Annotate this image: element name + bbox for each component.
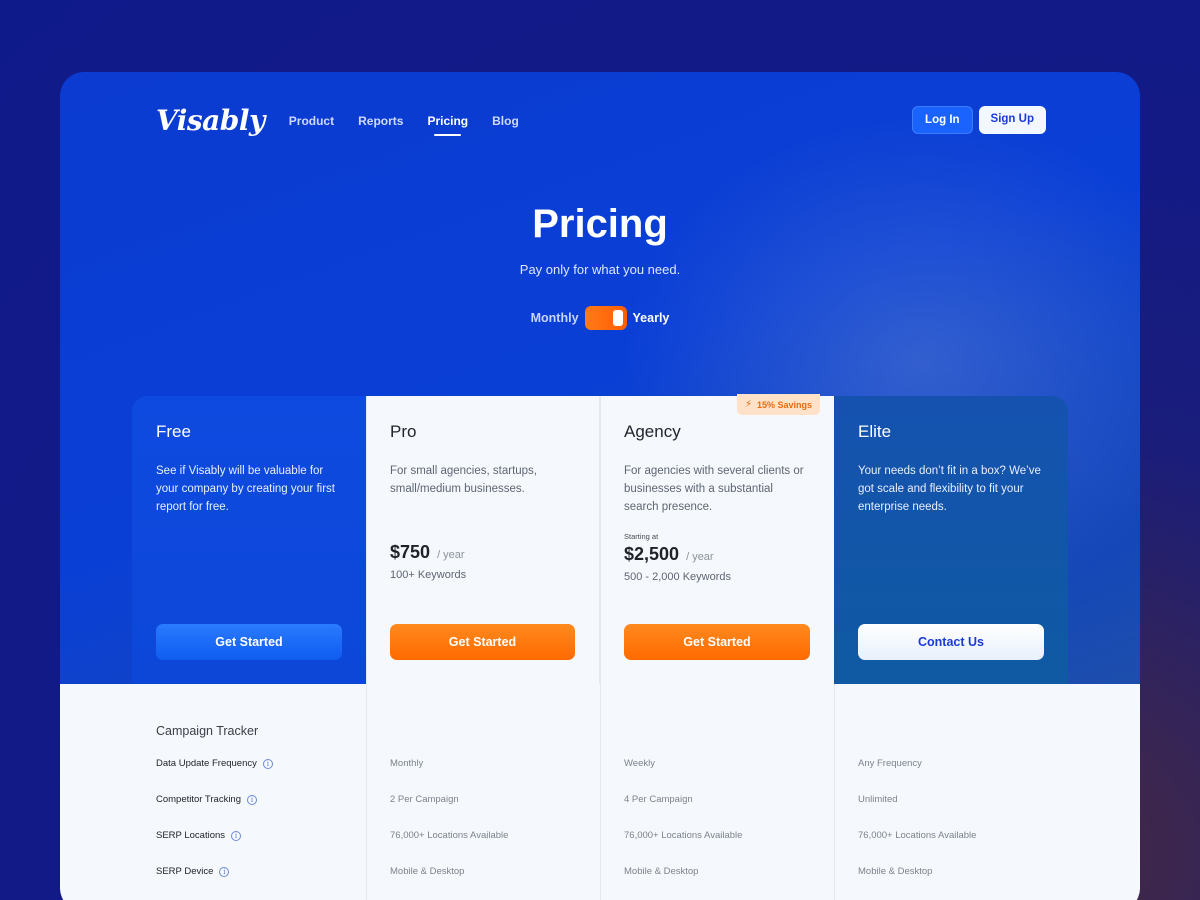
free-get-started-button[interactable]: Get Started (156, 624, 342, 660)
agency-value: Weekly (624, 758, 655, 769)
savings-badge: ⚡ 15% Savings (736, 394, 820, 415)
pro-get-started-button[interactable]: Get Started (390, 624, 575, 660)
pro-value: Mobile & Desktop (390, 866, 465, 877)
plan-card-pro: Pro For small agencies, startups, small/… (366, 396, 600, 684)
billing-yearly-label[interactable]: Yearly (633, 311, 670, 325)
table-row: SERP Device i Mobile & Desktop Mobile & D… (60, 866, 1140, 886)
elite-value: Mobile & Desktop (858, 866, 933, 877)
top-navigation: Visably Product Reports Pricing Blog Log… (156, 100, 1046, 140)
plan-description: Your needs don’t fit in a box? We’ve got… (858, 465, 1041, 513)
info-icon[interactable]: i (262, 758, 273, 769)
agency-value: 76,000+ Locations Available (624, 830, 743, 841)
nav-link-pricing[interactable]: Pricing (427, 114, 468, 136)
plan-name: Elite (858, 422, 892, 441)
plan-keywords: 500 - 2,000 Keywords (624, 571, 732, 583)
plan-description: For small agencies, startups, small/medi… (390, 465, 538, 495)
feature-label: SERP Locations (156, 830, 226, 841)
plan-name: Free (156, 422, 191, 441)
feature-comparison-table: Campaign Tracker Data Update Frequency i … (60, 396, 1140, 900)
info-icon[interactable]: i (219, 866, 230, 877)
feature-group-heading: Campaign Tracker (156, 724, 259, 738)
pro-value: Monthly (390, 758, 424, 769)
price-period: / year (686, 551, 714, 563)
agency-value: Mobile & Desktop (624, 866, 699, 877)
table-row: Competitor Tracking i 2 Per Campaign 4 Pe… (60, 794, 1140, 814)
elite-value: Any Frequency (858, 758, 922, 769)
page-subtitle: Pay only for what you need. (519, 262, 681, 277)
plan-price: $2,500 / year (624, 544, 731, 565)
starting-at-label: Starting at (624, 532, 659, 541)
pro-value: 2 Per Campaign (390, 794, 459, 805)
table-row: Data Update Frequency i Monthly Weekly An… (60, 758, 1140, 778)
table-row: SERP Locations i 76,000+ Locations Availa… (60, 830, 1140, 850)
agency-get-started-button[interactable]: Get Started (624, 624, 810, 660)
login-button[interactable]: Log In (912, 106, 973, 134)
billing-period-toggle[interactable] (584, 306, 627, 330)
feature-name: Data Update Frequency i (156, 758, 273, 769)
nav-link-product[interactable]: Product (289, 114, 334, 128)
auth-actions: Log In Sign Up (912, 106, 1046, 134)
signup-button[interactable]: Sign Up (978, 106, 1046, 134)
nav-link-reports[interactable]: Reports (358, 114, 403, 128)
plan-keywords: 100+ Keywords (390, 569, 467, 581)
badge-label: 15% Savings (756, 399, 812, 410)
nav-link-blog[interactable]: Blog (492, 114, 519, 128)
feature-name: SERP Locations i (156, 830, 242, 841)
contact-us-button[interactable]: Contact Us (858, 624, 1044, 660)
price-amount: $750 (390, 542, 431, 562)
plan-description: For agencies with several clients or bus… (624, 465, 804, 513)
info-icon[interactable]: i (247, 794, 258, 805)
plan-price: $750 / year (390, 542, 466, 563)
pricing-page: Visably Product Reports Pricing Blog Log… (60, 72, 1140, 900)
price-block: Starting at $2,500 / year 500 - 2,000 Ke… (624, 532, 731, 583)
feature-name: SERP Device i (156, 866, 230, 877)
page-title: Pricing (532, 202, 668, 246)
visably-logo[interactable]: Visably (156, 104, 265, 137)
price-block: $750 / year 100+ Keywords (390, 542, 466, 581)
column-divider (366, 396, 367, 900)
billing-toggle-row: Monthly Yearly (60, 306, 1140, 330)
plan-name: Pro (390, 422, 417, 441)
feature-label: SERP Device (156, 866, 214, 877)
plan-name: Agency (624, 422, 681, 441)
elite-value: Unlimited (858, 794, 898, 805)
plan-description: See if Visably will be valuable for your… (156, 465, 335, 513)
feature-name: Competitor Tracking i (156, 794, 258, 805)
plan-card-agency: ⚡ 15% Savings Agency For agencies with se… (600, 394, 834, 684)
info-icon[interactable]: i (231, 830, 242, 841)
toggle-knob (612, 310, 623, 326)
column-divider (600, 396, 601, 900)
lightning-icon: ⚡ (744, 399, 752, 410)
feature-label: Data Update Frequency (156, 758, 257, 769)
nav-links: Product Reports Pricing Blog (289, 114, 519, 136)
price-amount: $2,500 (624, 544, 680, 564)
elite-value: 76,000+ Locations Available (858, 830, 977, 841)
plan-card-free: Free See if Visably will be valuable for… (132, 396, 366, 684)
agency-value: 4 Per Campaign (624, 794, 693, 805)
plan-card-elite: Elite Your needs don’t fit in a box? We’… (834, 396, 1068, 684)
pro-value: 76,000+ Locations Available (390, 830, 509, 841)
price-period: / year (437, 549, 465, 561)
feature-label: Competitor Tracking (156, 794, 242, 805)
billing-monthly-label[interactable]: Monthly (531, 311, 579, 325)
